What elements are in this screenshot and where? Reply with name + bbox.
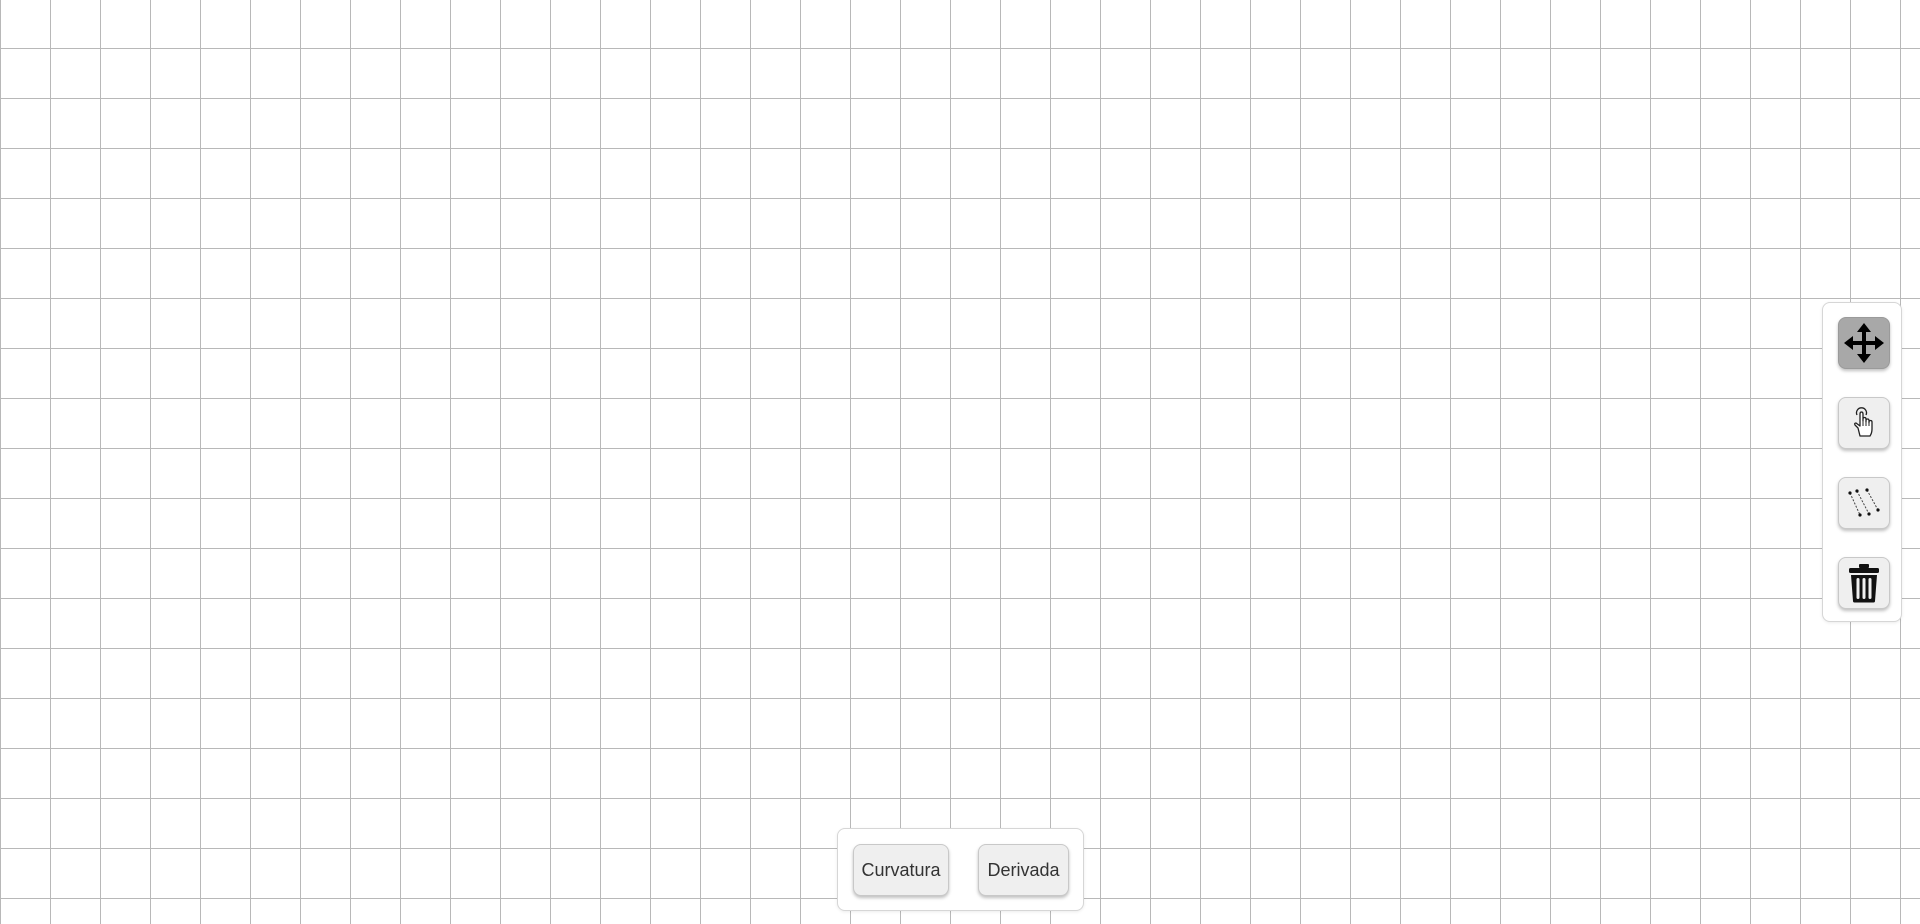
curvatura-button[interactable]: Curvatura bbox=[853, 844, 949, 896]
derivada-button[interactable]: Derivada bbox=[978, 844, 1069, 896]
delete-tool-button[interactable] bbox=[1838, 557, 1890, 609]
trash-icon bbox=[1847, 563, 1881, 603]
polyline-tool-button[interactable] bbox=[1838, 477, 1890, 529]
move-tool-button[interactable] bbox=[1838, 317, 1890, 369]
move-arrows-icon bbox=[1844, 323, 1884, 363]
hand-pointer-icon bbox=[1849, 406, 1879, 440]
polyline-points-icon bbox=[1845, 484, 1883, 522]
grid-canvas[interactable] bbox=[0, 0, 1920, 924]
tool-panel bbox=[1822, 302, 1902, 622]
calculation-panel: Curvatura Derivada bbox=[837, 828, 1084, 911]
select-tool-button[interactable] bbox=[1838, 397, 1890, 449]
